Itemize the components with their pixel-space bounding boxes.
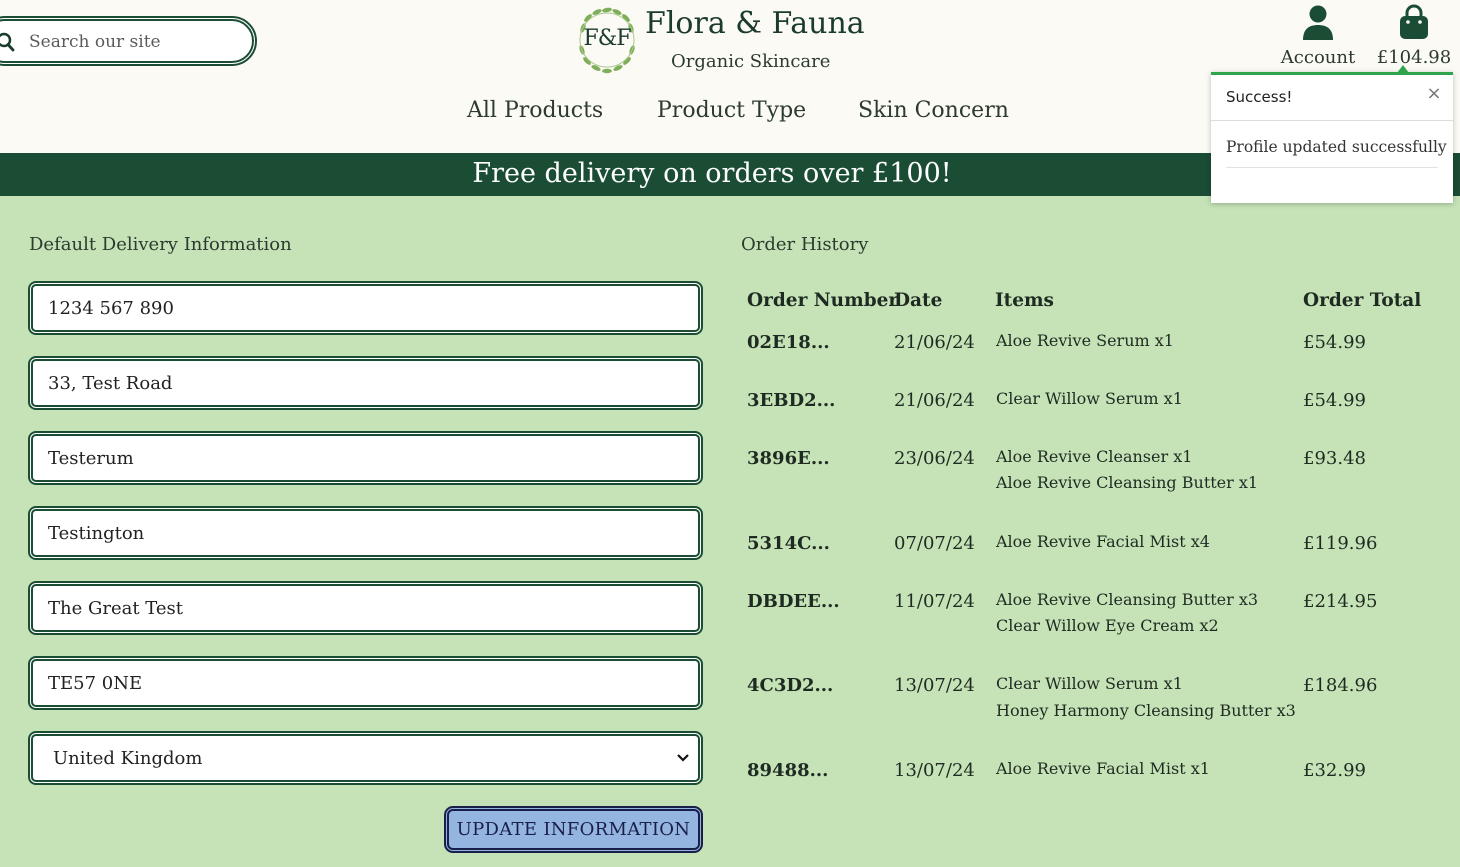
order-item: Aloe Revive Facial Mist x1 [996,759,1210,778]
order-number-link[interactable]: DBDEE... [747,591,840,612]
order-item: Aloe Revive Cleansing Butter x1 [996,473,1259,492]
header-order-total: Order Total [1303,290,1422,311]
search-input[interactable] [29,29,229,55]
order-total: £54.99 [1303,332,1366,353]
order-number-link[interactable]: 89488... [747,760,828,781]
country-field[interactable]: United Kingdom [28,731,703,785]
order-number-link[interactable]: 3896E... [747,448,830,469]
order-date: 21/06/24 [894,332,975,353]
order-date: 11/07/24 [894,591,975,612]
order-date: 07/07/24 [894,533,975,554]
header-items: Items [995,290,1054,311]
town-field[interactable] [28,431,703,485]
order-item: Aloe Revive Serum x1 [996,331,1174,350]
order-number-link[interactable]: 5314C... [747,533,830,554]
header-order-number: Order Number [747,290,899,311]
order-item: Honey Harmony Cleansing Butter x3 [996,701,1296,720]
order-number-link[interactable]: 02E18... [747,332,830,353]
bag-total: £104.98 [1376,47,1452,68]
order-total: £54.99 [1303,390,1366,411]
nav-skin-concern[interactable]: Skin Concern [858,98,1009,123]
city-input[interactable] [33,511,698,555]
nav-all-products[interactable]: All Products [467,98,603,123]
order-item: Aloe Revive Cleanser x1 [996,447,1193,466]
city-field[interactable] [28,506,703,560]
shopping-bag-link[interactable]: £104.98 [1376,4,1452,70]
logo-monogram: F&F [583,26,631,51]
success-toast: Success! × Profile updated successfully [1211,65,1453,203]
country-select[interactable]: United Kingdom [33,736,698,780]
brand-logo-link[interactable]: F&F Flora & Fauna Organic Skincare [576,4,866,80]
nav-product-type[interactable]: Product Type [657,98,806,123]
order-date: 13/07/24 [894,675,975,696]
account-label: Account [1280,47,1356,68]
order-total: £32.99 [1303,760,1366,781]
brand-tagline: Organic Skincare [671,51,831,72]
phone-field[interactable] [28,281,703,335]
search-bar[interactable] [0,16,257,66]
toast-title: Success! [1226,88,1293,106]
order-item: Clear Willow Eye Cream x2 [996,616,1219,635]
user-icon [1303,5,1333,40]
order-total: £214.95 [1303,591,1378,612]
order-history-title: Order History [741,234,869,255]
street-input[interactable] [33,361,698,405]
toast-header: Success! × [1211,75,1453,121]
postcode-field[interactable] [28,656,703,710]
order-item: Clear Willow Serum x1 [996,674,1183,693]
toast-divider [1226,167,1438,168]
toast-arrow [1397,65,1409,73]
order-item: Aloe Revive Cleansing Butter x3 [996,590,1259,609]
order-total: £184.96 [1303,675,1378,696]
order-item: Aloe Revive Facial Mist x4 [996,532,1210,551]
order-date: 23/06/24 [894,448,975,469]
order-item: Clear Willow Serum x1 [996,389,1183,408]
county-field[interactable] [28,581,703,635]
order-total: £119.96 [1303,533,1378,554]
postcode-input[interactable] [33,661,698,705]
shopping-bag-icon [1400,4,1428,39]
account-link[interactable]: Account [1278,4,1358,70]
order-date: 21/06/24 [894,390,975,411]
update-information-button[interactable]: UPDATE INFORMATION [444,806,703,853]
order-number-link[interactable]: 4C3D2... [747,675,833,696]
county-input[interactable] [33,586,698,630]
header-date: Date [894,290,943,311]
street-field[interactable] [28,356,703,410]
order-date: 13/07/24 [894,760,975,781]
order-number-link[interactable]: 3EBD2... [747,390,835,411]
order-total: £93.48 [1303,448,1366,469]
toast-message: Profile updated successfully [1226,138,1447,156]
brand-name: Flora & Fauna [645,6,865,41]
town-input[interactable] [33,436,698,480]
close-icon[interactable]: × [1425,85,1443,103]
delivery-section-title: Default Delivery Information [29,234,292,255]
phone-input[interactable] [33,286,698,330]
search-icon[interactable] [0,31,21,53]
